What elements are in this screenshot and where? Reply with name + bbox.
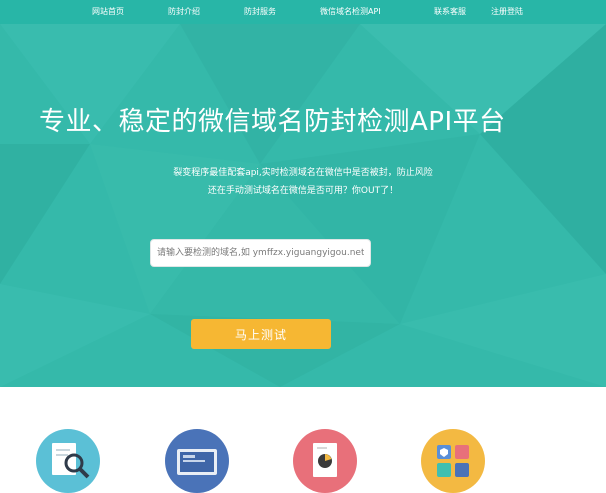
- nav-item-intro[interactable]: 防封介绍: [168, 4, 200, 20]
- nav-item-register[interactable]: 注册登陆: [491, 4, 523, 20]
- hero-title: 专业、稳定的微信域名防封检测API平台: [39, 107, 506, 137]
- features-section: [0, 387, 606, 493]
- domain-search-input[interactable]: [150, 239, 371, 267]
- test-now-button[interactable]: 马上测试: [191, 319, 331, 349]
- monitor-icon: [165, 429, 229, 493]
- hero-description-line-1: 裂变程序最佳配套api,实时检测域名在微信中是否被封，防止风险: [173, 168, 433, 178]
- report-chart-icon: [293, 429, 357, 493]
- hero-banner: 专业、稳定的微信域名防封检测API平台 裂变程序最佳配套api,实时检测域名在微…: [0, 24, 606, 387]
- top-nav-bar: 网站首页 防封介绍 防封服务 微信域名检测API 联系客服 注册登陆: [0, 0, 606, 25]
- hero-description-line-2: 还在手动测试域名在微信是否可用？你OUT了！: [207, 186, 399, 196]
- nav-item-home[interactable]: 网站首页: [92, 4, 124, 20]
- nav-item-contact[interactable]: 联系客服: [434, 4, 466, 20]
- document-magnifier-icon: [36, 429, 100, 493]
- security-apps-icon: [421, 429, 485, 493]
- nav-item-api[interactable]: 微信域名检测API: [320, 4, 381, 20]
- nav-item-service[interactable]: 防封服务: [244, 4, 276, 20]
